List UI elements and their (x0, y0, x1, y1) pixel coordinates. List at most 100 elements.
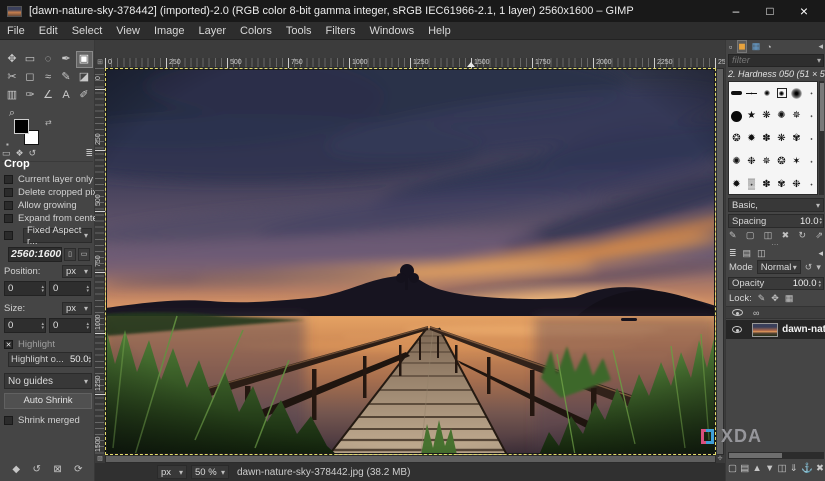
spacing-slider[interactable]: Spacing 10.0 ▴▾ (728, 214, 824, 228)
brush-refresh-icon[interactable]: ↻ (799, 230, 807, 241)
brush-circle[interactable] (729, 105, 744, 128)
paths-tool[interactable]: ✒ (58, 51, 75, 68)
minimize-button[interactable]: – (719, 0, 753, 22)
brush-tex10[interactable]: ▒ (744, 173, 759, 196)
landscape-icon[interactable]: ▭ (78, 248, 90, 261)
crop-tool[interactable]: ▣ (76, 51, 93, 68)
layer-group-icon[interactable]: ▤ (740, 463, 749, 474)
quick-mask-icon[interactable]: ▨ (95, 455, 105, 463)
brush-filter-field[interactable]: ▾ (728, 54, 824, 67)
brush-dot-s[interactable] (759, 82, 774, 105)
layer-delete-icon[interactable]: ✖ (816, 463, 824, 474)
close-button[interactable]: × (787, 0, 821, 22)
color-picker-tool[interactable]: ✑ (22, 87, 39, 104)
opacity-slider[interactable]: Opacity 100.0 ▴▾ (728, 277, 824, 290)
brush-star[interactable]: ★ (744, 105, 759, 128)
brush-tex1[interactable]: ❋ (774, 128, 789, 151)
brush-open-icon[interactable]: ⇗ (815, 230, 823, 241)
horizontal-scrollbar[interactable] (105, 455, 716, 463)
menu-edit[interactable]: Edit (32, 22, 65, 39)
menu-help[interactable]: Help (421, 22, 458, 39)
vertical-scrollbar[interactable] (716, 68, 724, 455)
layer-anchor-icon[interactable]: ⚓ (801, 463, 813, 474)
horizontal-ruler[interactable]: 02505007501000125015001750200022502500 (105, 58, 716, 68)
brush-tex2[interactable]: ✺ (729, 150, 744, 173)
brush-grid-scrollbar[interactable] (819, 81, 824, 195)
menu-file[interactable]: File (0, 22, 32, 39)
auto-shrink-button[interactable]: Auto Shrink (4, 393, 92, 409)
foreground-color-swatch[interactable] (14, 119, 29, 134)
smudge-tool[interactable]: ≈ (40, 69, 57, 86)
rectangle-select-tool[interactable]: ▭ (22, 51, 39, 68)
brush-dot-m[interactable] (789, 82, 804, 105)
brush-delete-icon[interactable]: ✖ (782, 230, 790, 241)
highlight-checkbox[interactable]: ✕ (4, 340, 13, 349)
aspect-ratio-input[interactable]: 2560:1600 (8, 247, 62, 262)
menu-select[interactable]: Select (65, 22, 110, 39)
chevron-down-icon[interactable]: ▾ (816, 262, 821, 273)
portrait-icon[interactable]: ▯ (64, 248, 76, 261)
brush-tex7[interactable]: ✾ (774, 173, 789, 196)
pencil-tool[interactable]: ✎ (58, 69, 75, 86)
measure-tool[interactable]: ∠ (40, 87, 57, 104)
brush-tex5[interactable]: ✹ (729, 173, 744, 196)
brush-ring[interactable] (774, 82, 789, 105)
layer-duplicate-icon[interactable]: ◫ (778, 463, 787, 474)
menu-colors[interactable]: Colors (233, 22, 279, 39)
dock-horizontal-scrollbar[interactable] (728, 452, 824, 459)
tabs2-collapse-icon[interactable]: ◂ (818, 248, 823, 259)
ink-tool[interactable]: ✐ (76, 87, 93, 104)
brush-tex8[interactable]: ❉ (744, 150, 759, 173)
brush-edit-icon[interactable]: ✎ (729, 230, 737, 241)
layer-row[interactable]: dawn-nat (726, 320, 825, 339)
tabs2-layers-icon[interactable]: ≣ (729, 248, 737, 259)
dock-tab-brushes-icon[interactable]: ◼ (738, 41, 745, 52)
zoom-dropdown[interactable]: 50 %▾ (191, 465, 229, 479)
dock-tab-history-icon[interactable]: ◔ (766, 42, 771, 52)
tab-images-icon[interactable]: ≣ (85, 148, 93, 159)
position-y-field[interactable]: 0▴▾ (49, 281, 91, 296)
unit-dropdown[interactable]: px▾ (157, 465, 187, 479)
lock-move-icon[interactable]: ✥ (771, 293, 779, 304)
ruler-corner-button[interactable]: ⊞ (95, 58, 105, 68)
menu-layer[interactable]: Layer (192, 22, 234, 39)
dock-tab-patterns-icon[interactable]: ▦ (752, 41, 761, 52)
brush-tex5[interactable]: ✹ (744, 128, 759, 151)
menu-view[interactable]: View (109, 22, 147, 39)
layer-lower-icon[interactable]: ▼ (765, 463, 774, 474)
opts-reset-icon[interactable]: ⟳ (74, 464, 82, 475)
brush-tex3[interactable]: ✵ (759, 150, 774, 173)
layer-visibility-eye-icon[interactable] (732, 326, 742, 333)
position-unit-dropdown[interactable]: px▾ (62, 265, 92, 278)
brush-tex3[interactable]: ✵ (789, 105, 804, 128)
dock-tab-fonts-icon[interactable]: ▫ (729, 42, 732, 52)
opts-restore-icon[interactable]: ↺ (33, 464, 41, 475)
size-unit-dropdown[interactable]: px▾ (62, 302, 92, 315)
menu-tools[interactable]: Tools (279, 22, 319, 39)
menu-filters[interactable]: Filters (319, 22, 363, 39)
fixed-aspect-checkbox[interactable] (4, 231, 13, 240)
mode-reset-icon[interactable]: ↺ (805, 262, 813, 273)
free-select-tool[interactable]: ◌ (40, 51, 57, 68)
brush-tex6[interactable]: ✽ (759, 128, 774, 151)
image-canvas[interactable] (105, 68, 716, 455)
mode-dropdown[interactable]: Normal▾ (757, 260, 801, 274)
text-tool[interactable]: A (58, 87, 75, 104)
size-width-field[interactable]: 0▴▾ (4, 318, 46, 333)
maximize-button[interactable]: □ (753, 0, 787, 22)
link-icon[interactable]: ∞ (753, 308, 759, 318)
opts-save-icon[interactable]: ◆ (12, 464, 20, 475)
brush-tex6[interactable]: ✽ (759, 173, 774, 196)
delete-cropped-pixels-checkbox[interactable] (4, 188, 13, 197)
layer-raise-icon[interactable]: ▲ (752, 463, 761, 474)
move-tool[interactable]: ✥ (4, 51, 21, 68)
lock-alpha-icon[interactable]: ▦ (785, 293, 794, 304)
brush-tex4[interactable]: ❂ (729, 128, 744, 151)
eraser-tool[interactable]: ◪ (76, 69, 93, 86)
swap-colors-icon[interactable]: ⇄ (45, 118, 52, 127)
transform-tool[interactable]: ◻ (22, 69, 39, 86)
opts-delete-icon[interactable]: ⊠ (53, 464, 61, 475)
menu-windows[interactable]: Windows (362, 22, 421, 39)
brush-tex1[interactable]: ❋ (759, 105, 774, 128)
eye-icon[interactable] (732, 309, 743, 316)
